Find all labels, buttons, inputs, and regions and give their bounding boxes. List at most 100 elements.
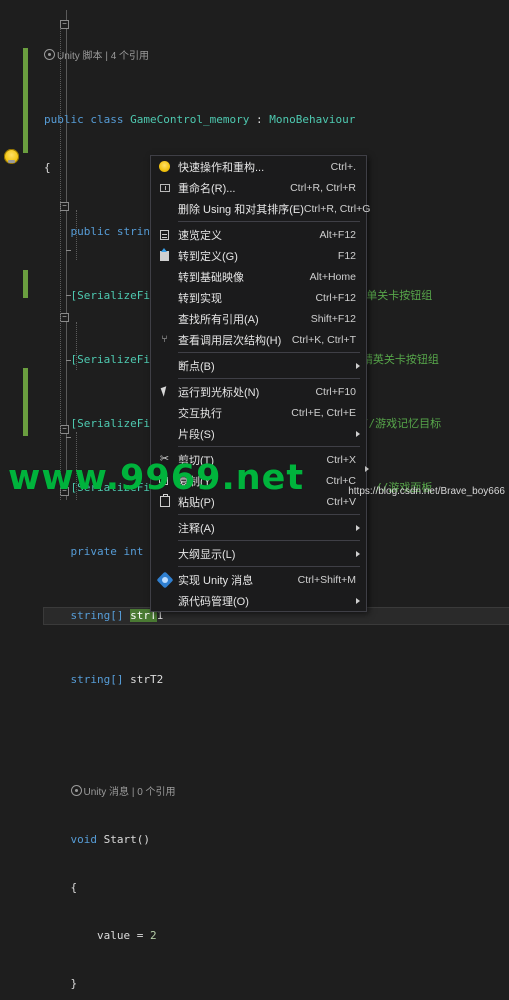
menu-item-shortcut: Ctrl+F10	[315, 385, 356, 398]
menu-separator	[178, 221, 360, 222]
peek-definition-icon	[160, 229, 169, 240]
breakpoint-gutter[interactable]	[0, 0, 22, 500]
chevron-right-icon	[356, 524, 360, 531]
paste-icon	[159, 494, 170, 507]
change-bar	[23, 48, 28, 153]
menu-item-18[interactable]: 实现 Unity 消息 Ctrl+Shift+M	[151, 569, 366, 590]
menu-item-label: 注释(A)	[178, 522, 215, 535]
menu-item-shortcut: Shift+F12	[310, 312, 356, 325]
codelens-icon	[44, 49, 55, 60]
menu-item-11[interactable]: 交互执行 Ctrl+E, Ctrl+E	[151, 402, 366, 423]
colon: :	[255, 113, 263, 126]
watermark-caret-icon	[365, 466, 369, 472]
menu-item-13[interactable]: ✂ 剪切(T) Ctrl+X	[151, 449, 366, 470]
chevron-right-icon	[356, 362, 360, 369]
menu-item-6[interactable]: 转到实现 Ctrl+F12	[151, 287, 366, 308]
menu-item-label: 快速操作和重构...	[178, 161, 265, 174]
outlining-column[interactable]: − − − − −	[30, 0, 71, 500]
menu-item-3[interactable]: 速览定义 Alt+F12	[151, 224, 366, 245]
menu-item-5[interactable]: 转到基础映像 Alt+Home	[151, 266, 366, 287]
menu-item-1[interactable]: 重命名(R)... Ctrl+R, Ctrl+R	[151, 177, 366, 198]
menu-item-label: 源代码管理(O)	[178, 595, 249, 608]
menu-item-shortcut: Ctrl+Shift+M	[297, 573, 356, 586]
open-brace: {	[44, 161, 51, 174]
menu-separator	[178, 514, 360, 515]
menu-separator	[178, 352, 360, 353]
codelens-start[interactable]: Unity 消息 | 0 个引用	[84, 787, 176, 798]
assign-value: value	[44, 929, 131, 942]
menu-item-12[interactable]: 片段(S)	[151, 423, 366, 444]
menu-item-label: 剪切(T)	[178, 454, 215, 467]
menu-item-16[interactable]: 注释(A)	[151, 517, 366, 538]
menu-separator	[178, 540, 360, 541]
menu-item-14[interactable]: 复制(Y) Ctrl+C	[151, 470, 366, 491]
menu-item-shortcut: Ctrl+V	[326, 495, 356, 508]
equals: =	[136, 929, 144, 942]
menu-item-7[interactable]: 查找所有引用(A) Shift+F12	[151, 308, 366, 329]
unity-icon	[151, 574, 178, 586]
menu-item-4[interactable]: 转到定义(G) F12	[151, 245, 366, 266]
menu-item-label: 片段(S)	[178, 428, 215, 441]
menu-item-label: 复制(Y)	[178, 475, 215, 488]
menu-separator	[178, 566, 360, 567]
menu-item-label: 查找所有引用(A)	[178, 313, 259, 326]
chevron-right-icon	[356, 430, 360, 437]
chevron-right-icon	[356, 597, 360, 604]
cut-icon: ✂	[151, 454, 178, 465]
menu-item-label: 运行到光标处(N)	[178, 386, 260, 399]
run-to-cursor-icon	[160, 386, 169, 397]
menu-item-shortcut: Alt+Home	[309, 270, 356, 283]
lightbulb-icon[interactable]	[4, 149, 19, 164]
menu-item-shortcut: Ctrl+X	[326, 453, 356, 466]
type-string-array: string[]	[44, 609, 124, 622]
menu-item-8[interactable]: ⑂ 查看调用层次结构(H) Ctrl+K, Ctrl+T	[151, 329, 366, 350]
unity-icon	[159, 574, 171, 586]
change-bar	[23, 270, 28, 298]
identifier-strt2: strT2	[130, 673, 164, 686]
context-menu[interactable]: 快速操作和重构... Ctrl+. 重命名(R)... Ctrl+R, Ctrl+R 删…	[150, 155, 370, 612]
watermark-url: https://blog.csdn.net/Brave_boy666	[348, 486, 505, 497]
copy-icon	[159, 475, 170, 486]
call-hierarchy-icon: ⑂	[161, 334, 168, 345]
keyword-class: class	[90, 113, 124, 126]
class-name: GameControl_memory	[130, 113, 250, 126]
menu-item-shortcut: Alt+F12	[319, 228, 356, 241]
menu-item-17[interactable]: 大纲显示(L)	[151, 543, 366, 564]
menu-item-shortcut: Ctrl+E, Ctrl+E	[291, 406, 356, 419]
open-brace: {	[44, 881, 78, 894]
menu-item-label: 大纲显示(L)	[178, 548, 236, 561]
menu-item-label: 交互执行	[178, 407, 222, 420]
menu-item-label: 转到实现	[178, 292, 222, 305]
lightbulb-icon	[151, 161, 178, 172]
change-bar	[23, 368, 28, 436]
menu-item-shortcut: Ctrl+F12	[315, 291, 356, 304]
method-start: Start	[103, 833, 137, 846]
menu-item-15[interactable]: 粘贴(P) Ctrl+V	[151, 491, 366, 512]
menu-item-shortcut: F12	[337, 249, 356, 262]
menu-item-label: 查看调用层次结构(H)	[178, 334, 282, 347]
menu-item-label: 断点(B)	[178, 360, 215, 373]
menu-item-label: 重命名(R)...	[178, 182, 236, 195]
peek-definition-icon	[151, 229, 178, 240]
chevron-right-icon	[356, 550, 360, 557]
codelens-icon	[70, 785, 82, 796]
menu-item-10[interactable]: 运行到光标处(N) Ctrl+F10	[151, 381, 366, 402]
codelens-class[interactable]: Unity 脚本 | 4 个引用	[57, 51, 149, 62]
menu-item-shortcut: Ctrl+R, Ctrl+G	[303, 202, 371, 215]
menu-item-9[interactable]: 断点(B)	[151, 355, 366, 376]
comment-gametarget: //游戏记忆目标	[361, 417, 442, 430]
lightbulb-icon	[159, 161, 170, 172]
menu-item-19[interactable]: 源代码管理(O)	[151, 590, 366, 611]
close-brace: }	[44, 977, 78, 990]
menu-item-label: 转到定义(G)	[178, 250, 238, 263]
rename-icon	[151, 183, 178, 192]
menu-item-label: 速览定义	[178, 229, 222, 242]
menu-item-0[interactable]: 快速操作和重构... Ctrl+.	[151, 156, 366, 177]
keyword-public: public	[44, 113, 84, 126]
call-hierarchy-icon: ⑂	[151, 334, 178, 345]
menu-item-shortcut: Ctrl+.	[330, 160, 356, 173]
menu-item-2[interactable]: 删除 Using 和对其排序(E) Ctrl+R, Ctrl+G	[151, 198, 370, 219]
base-class: MonoBehaviour	[269, 113, 356, 126]
goto-definition-icon	[151, 247, 178, 261]
menu-separator	[178, 378, 360, 379]
